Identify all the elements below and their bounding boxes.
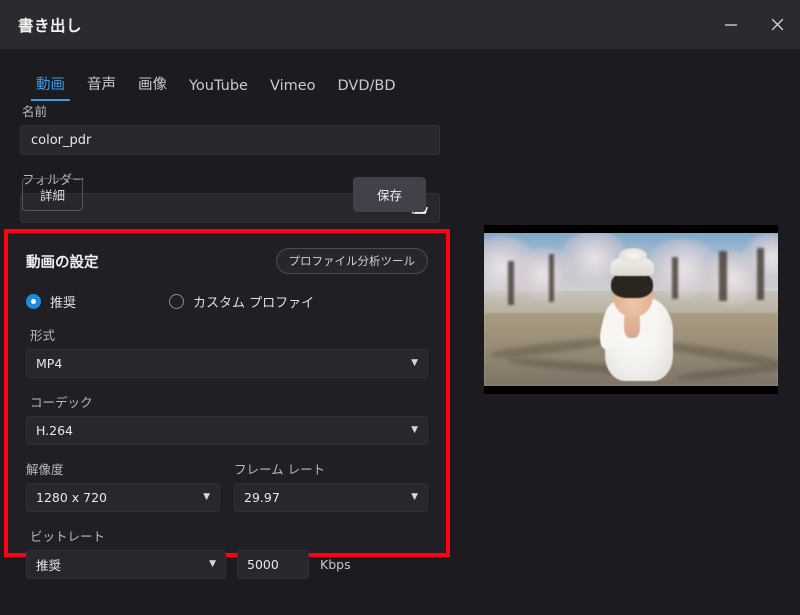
settings-pane: 名前 color_pdr フォルダー 動画の設定 プロファイル分析ツール 推奨 … [0,101,470,579]
bitrate-row: 推奨 ▼ 5000 Kbps [26,550,428,579]
resolution-group: 解像度 1280 x 720 ▼ [26,459,220,512]
format-group: 形式 MP4 ▼ [22,311,432,378]
chevron-down-icon: ▼ [411,425,418,435]
framerate-select[interactable]: 29.97 ▼ [234,483,428,512]
bitrate-value: 5000 [247,557,279,572]
radio-selected-icon [26,294,41,309]
chevron-down-icon: ▼ [209,559,216,569]
tab-dvd-bd[interactable]: DVD/BD [327,78,407,101]
tab-video[interactable]: 動画 [25,73,76,101]
window-controls [708,0,800,49]
resolution-value: 1280 x 720 [36,490,108,505]
video-settings-highlight: 動画の設定 プロファイル分析ツール 推奨 カスタム プロファイ 形式 MP4 ▼… [4,229,450,579]
tab-youtube[interactable]: YouTube [178,78,259,101]
minimize-icon [723,17,739,33]
page-title: 書き出し [18,16,83,35]
dialog-footer: 詳細 保存 [0,165,470,223]
dialog-body: 名前 color_pdr フォルダー 動画の設定 プロファイル分析ツール 推奨 … [0,101,800,615]
profile-mode-radio-group: 推奨 カスタム プロファイ [22,274,432,311]
chevron-down-icon: ▼ [411,358,418,368]
video-settings-panel: 動画の設定 プロファイル分析ツール 推奨 カスタム プロファイ 形式 MP4 ▼… [8,233,446,579]
chevron-down-icon: ▼ [203,492,210,502]
tab-vimeo[interactable]: Vimeo [259,78,327,101]
name-input[interactable]: color_pdr [20,125,440,155]
bitrate-mode-value: 推奨 [36,558,62,573]
video-preview-frame [484,233,778,386]
video-settings-title: 動画の設定 [26,254,99,271]
resolution-label: 解像度 [26,462,64,477]
detail-button[interactable]: 詳細 [22,177,84,211]
framerate-value: 29.97 [244,490,280,505]
resolution-framerate-row: 解像度 1280 x 720 ▼ フレーム レート 29.97 ▼ [22,445,432,512]
name-input-value: color_pdr [31,132,92,148]
name-label: 名前 [22,104,48,119]
video-preview[interactable] [484,225,778,394]
radio-custom-profile[interactable]: カスタム プロファイ [169,292,314,311]
tab-audio[interactable]: 音声 [76,73,127,101]
minimize-button[interactable] [708,0,754,49]
format-select[interactable]: MP4 ▼ [26,349,428,378]
chevron-down-icon: ▼ [411,492,418,502]
format-label: 形式 [30,328,56,343]
preview-tree-trunk [757,248,765,301]
save-button[interactable]: 保存 [352,176,426,212]
preview-tree-trunk [672,257,679,300]
bitrate-group: ビットレート 推奨 ▼ 5000 Kbps [22,512,432,579]
export-dialog: 書き出し 動画 音声 画像 YouTube Vimeo DVD/BD 名前 co… [0,0,800,615]
preview-tree-trunk [719,251,728,302]
codec-select[interactable]: H.264 ▼ [26,416,428,445]
codec-value: H.264 [36,423,74,438]
radio-unselected-icon [169,294,185,309]
codec-label: コーデック [30,395,93,410]
bitrate-mode-select[interactable]: 推奨 ▼ [26,550,226,579]
radio-recommended[interactable]: 推奨 [26,292,76,311]
bitrate-unit-label: Kbps [320,557,351,572]
export-type-tabs: 動画 音声 画像 YouTube Vimeo DVD/BD [0,63,800,101]
bitrate-value-input[interactable]: 5000 [237,550,309,579]
codec-group: コーデック H.264 ▼ [22,378,432,445]
format-value: MP4 [36,356,63,371]
close-icon [769,16,786,33]
tab-image[interactable]: 画像 [127,73,178,101]
resolution-select[interactable]: 1280 x 720 ▼ [26,483,220,512]
radio-custom-profile-label: カスタム プロファイ [193,296,315,311]
close-button[interactable] [754,0,800,49]
title-bar: 書き出し [0,0,800,49]
framerate-label: フレーム レート [234,462,326,477]
preview-tree-trunk [507,260,514,305]
bitrate-label: ビットレート [30,529,106,544]
preview-tree-trunk [548,254,554,303]
framerate-group: フレーム レート 29.97 ▼ [234,459,428,512]
radio-recommended-label: 推奨 [50,296,77,311]
video-settings-header: 動画の設定 プロファイル分析ツール [22,245,432,274]
profile-analysis-tool-button[interactable]: プロファイル分析ツール [275,248,428,274]
